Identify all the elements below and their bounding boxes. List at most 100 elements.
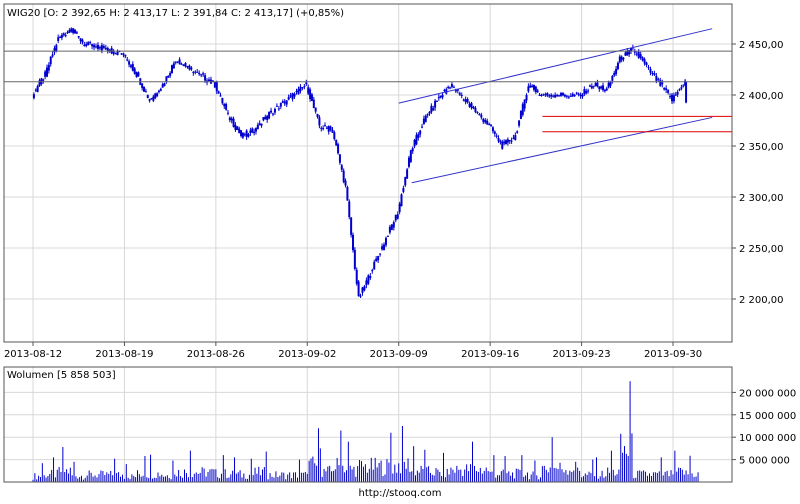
candle-body — [200, 74, 203, 76]
candle-body — [381, 246, 384, 250]
candle-body — [163, 83, 166, 86]
candle-body — [312, 99, 315, 108]
candle-body — [369, 276, 372, 279]
candle-body — [552, 95, 555, 97]
candle-body — [422, 118, 425, 125]
volume-y-label: 15 000 000 — [739, 411, 796, 422]
candle-body — [590, 86, 593, 89]
candle-body — [70, 28, 73, 32]
candle-body — [186, 66, 189, 68]
price-y-label: 2 200,00 — [739, 295, 784, 306]
candle-body — [331, 129, 334, 133]
stock-chart: 2 200,00 2 250,00 2 300,00 2 350,00 2 400,00… — [0, 0, 800, 500]
candle-body — [600, 86, 603, 89]
candle-body — [651, 72, 654, 74]
candle-body — [131, 63, 134, 71]
candle-body — [260, 123, 263, 126]
candle-body — [383, 244, 386, 251]
candle-body — [516, 131, 519, 133]
candle-body — [548, 95, 551, 97]
candle-body — [523, 99, 526, 109]
candle-body — [262, 117, 265, 121]
candle-body — [460, 95, 463, 97]
candle-body — [495, 135, 498, 137]
candle-body — [558, 95, 561, 97]
price-series — [32, 27, 688, 298]
candle-body — [377, 255, 380, 261]
candle-body — [674, 94, 677, 96]
x-label: 2013-08-19 — [95, 349, 153, 360]
candle-body — [659, 80, 662, 86]
candle-body — [359, 295, 362, 297]
candle-body — [258, 123, 261, 126]
candle-body — [413, 139, 416, 147]
candle-body — [171, 65, 174, 74]
candle-body — [678, 89, 681, 91]
price-y-label: 2 300,00 — [739, 193, 784, 204]
candle-body — [243, 134, 246, 136]
candle-body — [34, 89, 37, 91]
candle-body — [624, 52, 627, 56]
volume-y-label: 20 000 000 — [739, 388, 796, 399]
candle-body — [452, 86, 455, 88]
candle-body — [335, 139, 338, 146]
candle-body — [472, 106, 475, 109]
candle-body — [384, 237, 387, 246]
candle-body — [327, 126, 330, 132]
candle-body — [437, 97, 440, 99]
candle-body — [667, 90, 670, 93]
candle-body — [154, 93, 157, 99]
candle-body — [665, 88, 668, 91]
candle-body — [215, 82, 218, 92]
candle-body — [371, 270, 374, 272]
candle-body — [488, 124, 491, 126]
candle-body — [388, 226, 391, 233]
candle-body — [279, 102, 282, 107]
candle-body — [75, 32, 78, 34]
candle-body — [152, 96, 155, 101]
candle-body — [669, 96, 672, 98]
candle-body — [542, 94, 545, 96]
candle-body — [293, 93, 296, 97]
candle-body — [320, 127, 323, 129]
candle-body — [655, 75, 658, 81]
candle-body — [512, 137, 515, 139]
candle-body — [569, 95, 572, 97]
candle-body — [297, 88, 300, 95]
candle-body — [361, 287, 364, 293]
candle-body — [577, 93, 580, 95]
candle-body — [146, 94, 149, 99]
candle-body — [277, 108, 280, 110]
candle-body — [87, 42, 90, 45]
candle-body — [565, 95, 568, 97]
candle-body — [68, 30, 71, 33]
candle-body — [618, 56, 621, 63]
candle-body — [474, 107, 477, 112]
candle-body — [375, 258, 378, 262]
candle-body — [137, 72, 140, 77]
candle-body — [100, 45, 103, 51]
candle-body — [464, 99, 467, 103]
x-label: 2013-09-16 — [461, 349, 519, 360]
candle-body — [42, 79, 45, 81]
candle-body — [556, 95, 559, 97]
candle-body — [89, 42, 92, 44]
candle-body — [583, 89, 586, 95]
candle-body — [348, 201, 351, 218]
candle-body — [122, 53, 125, 55]
candle-body — [157, 90, 160, 93]
candle-body — [83, 44, 86, 46]
candle-body — [254, 128, 257, 132]
candle-body — [124, 54, 127, 57]
candle-body — [316, 114, 319, 118]
x-label: 2013-09-09 — [370, 349, 428, 360]
candle-body — [532, 84, 535, 90]
candle-body — [647, 67, 650, 69]
candle-body — [521, 104, 524, 115]
candle-body — [480, 114, 483, 118]
candle-body — [406, 169, 409, 179]
candle-body — [228, 117, 231, 121]
candle-body — [643, 59, 646, 64]
candle-body — [519, 111, 522, 120]
candle-body — [534, 86, 537, 93]
